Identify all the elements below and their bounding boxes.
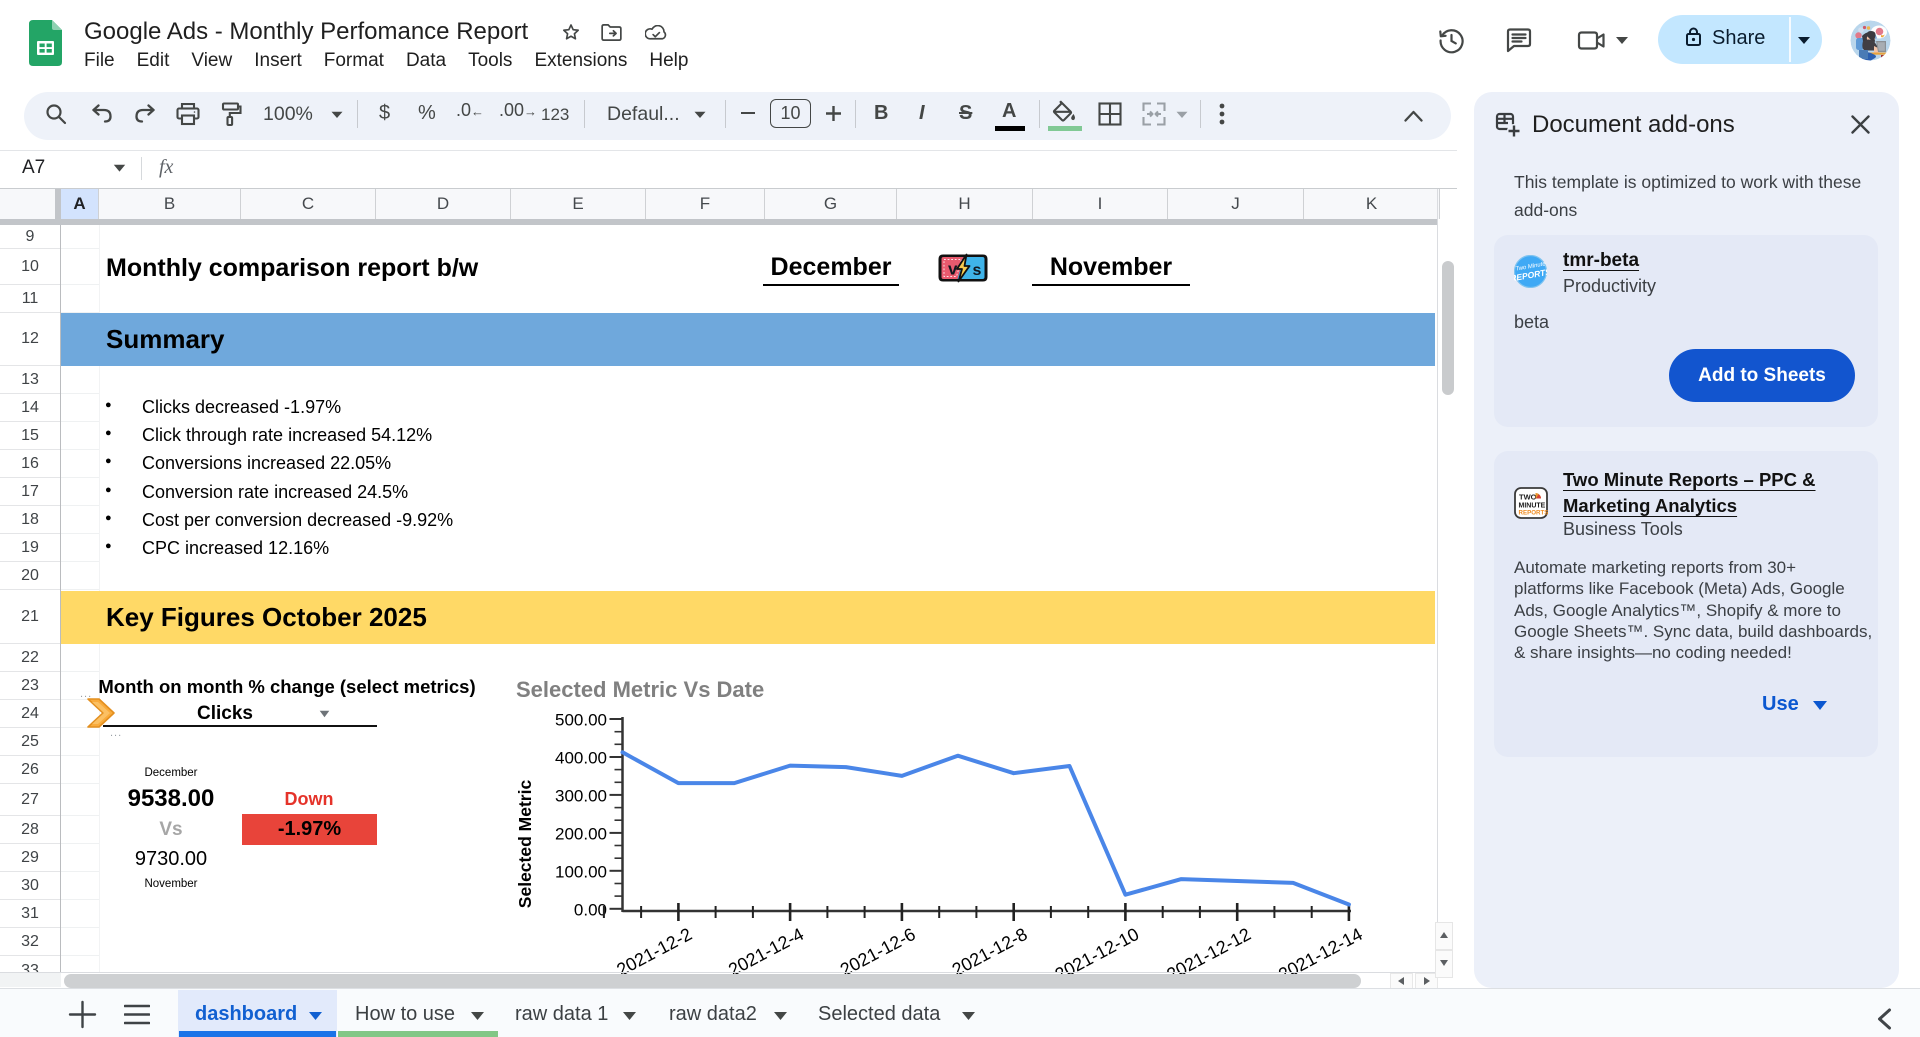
svg-text:0.00: 0.00 — [574, 900, 607, 919]
svg-text:300.00: 300.00 — [555, 786, 607, 805]
svg-text:s: s — [973, 262, 982, 279]
svg-text:200.00: 200.00 — [555, 824, 607, 843]
svg-text:Selected Metric Vs Date: Selected Metric Vs Date — [516, 677, 764, 702]
svg-text:100.00: 100.00 — [555, 862, 607, 881]
svg-text:Selected Metric: Selected Metric — [515, 780, 535, 909]
svg-text:500.00: 500.00 — [555, 711, 607, 730]
svg-text:TWO: TWO — [1519, 493, 1537, 502]
svg-text:REPORTS: REPORTS — [1519, 510, 1549, 517]
svg-text:MINUTE: MINUTE — [1519, 503, 1546, 510]
svg-text:400.00: 400.00 — [555, 749, 607, 768]
